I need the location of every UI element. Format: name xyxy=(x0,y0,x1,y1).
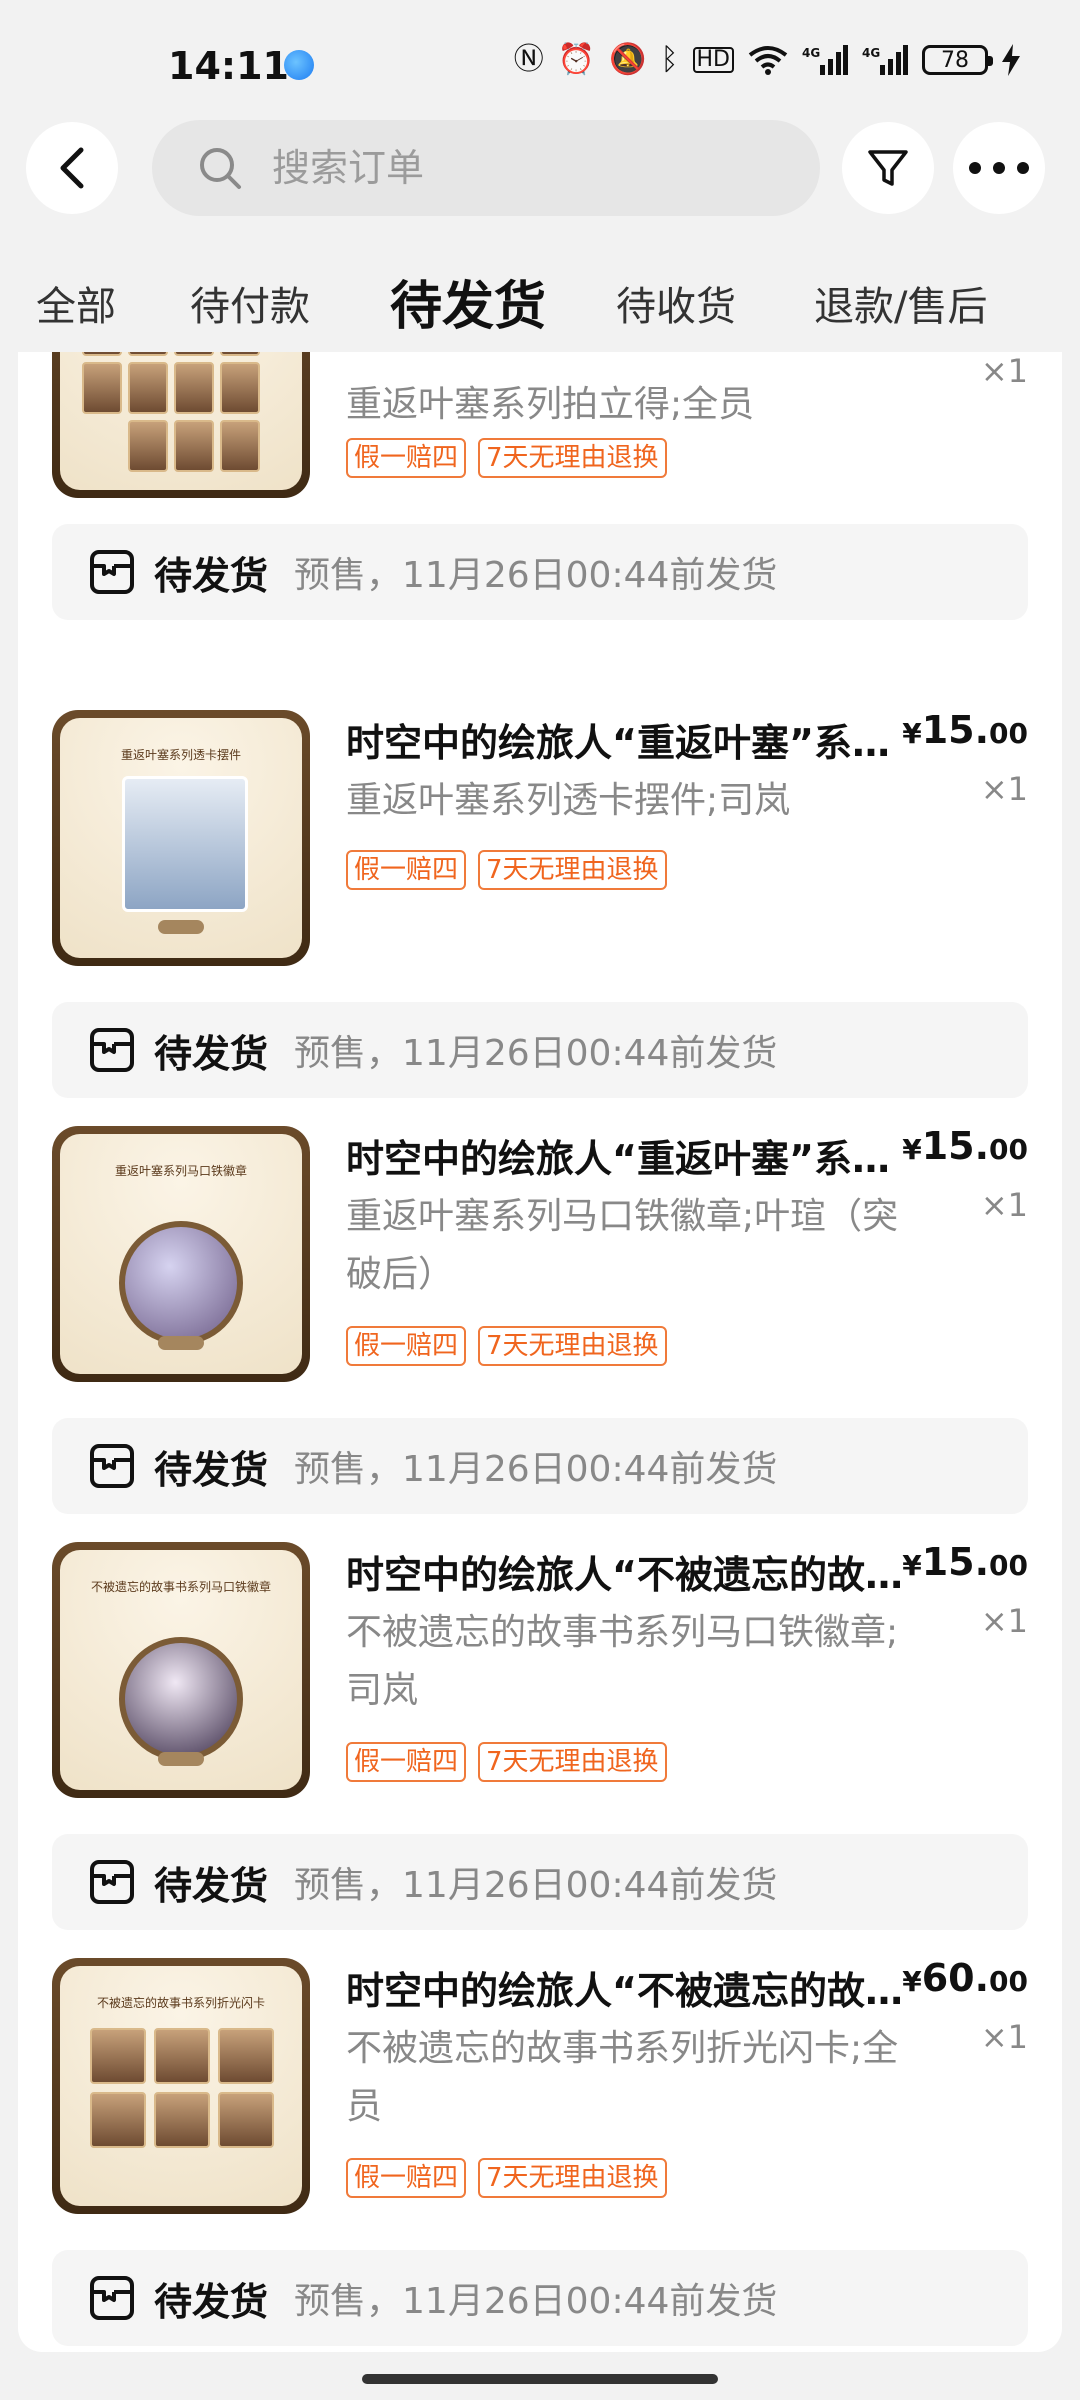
shipment-status: 待发货 预售，11月26日00:44前发货 xyxy=(52,1418,1028,1514)
product-spec: 重返叶塞系列拍立得;全员 xyxy=(346,384,755,425)
tab-all[interactable]: 全部 xyxy=(36,262,116,352)
order-tabs: 全部 待付款 待发货 待收货 退款/售后 xyxy=(0,262,1080,352)
search-input[interactable] xyxy=(270,145,754,191)
product-price: ¥15.00 xyxy=(902,1124,1028,1168)
wifi-icon xyxy=(748,46,788,75)
search-icon xyxy=(200,148,241,189)
product-title[interactable]: 时空中的绘旅人“重返叶塞”系列周边 xyxy=(346,712,906,767)
charging-icon xyxy=(1002,44,1020,76)
box-icon xyxy=(90,550,134,594)
battery-level: 78 xyxy=(941,47,969,73)
nfc-icon: Ⓝ xyxy=(513,42,544,77)
product-title[interactable]: 时空中的绘旅人“不被遗忘的故事书”系列 xyxy=(346,1960,906,2015)
tag-counterfeit-guarantee: 假一赔四 xyxy=(346,1742,467,1782)
battery-icon: 78 xyxy=(922,45,993,75)
tag-7day-return: 7天无理由退换 xyxy=(478,1742,667,1782)
thumbnail-caption: 不被遗忘的故事书系列折光闪卡 xyxy=(96,1996,265,2010)
quantity: ×1 xyxy=(980,352,1028,390)
tag-counterfeit-guarantee: 假一赔四 xyxy=(346,438,467,478)
shipment-status: 待发货 预售，11月26日00:44前发货 xyxy=(52,1002,1028,1098)
hd-icon: HD xyxy=(692,47,734,73)
mute-icon: 🔕 xyxy=(609,42,647,77)
order-card[interactable]: 不被遗忘的故事书系列马口铁徽章 时空中的绘旅人“不被遗忘的故事书”系列 ¥15.… xyxy=(18,1540,1062,1962)
status-bar: 14:11 Ⓝ ⏰ 🔕 ᛒ HD 4G 4G 78 xyxy=(0,0,1080,130)
order-card[interactable]: 重返叶塞系列透卡摆件 时空中的绘旅人“重返叶塞”系列周边 ¥15.00 ×1 重… xyxy=(18,708,1062,1110)
product-title[interactable]: 时空中的绘旅人“重返叶塞”系列周边 xyxy=(346,1128,906,1183)
status-label: 待发货 xyxy=(154,1863,269,1908)
product-price: ¥60.00 xyxy=(902,1956,1028,2000)
status-note: 预售，11月26日00:44前发货 xyxy=(294,555,778,596)
quantity: ×1 xyxy=(980,2018,1028,2056)
tab-refund-aftersale[interactable]: 退款/售后 xyxy=(814,262,987,352)
box-icon xyxy=(90,1860,134,1904)
order-list: 重返叶塞系列拍立得;全员 ×1 假一赔四 7天无理由退换 待发货 预售，11月2… xyxy=(18,352,1062,2352)
quantity: ×1 xyxy=(980,1186,1028,1224)
svg-text:4G: 4G xyxy=(862,46,880,60)
tag-7day-return: 7天无理由退换 xyxy=(478,2158,667,2198)
status-note: 预售，11月26日00:44前发货 xyxy=(294,2281,778,2322)
product-spec: 不被遗忘的故事书系列马口铁徽章;司岚 xyxy=(346,1612,899,1711)
shipment-status: 待发货 预售，11月26日00:44前发货 xyxy=(52,2250,1028,2346)
product-thumbnail: 不被遗忘的故事书系列马口铁徽章 xyxy=(52,1542,310,1798)
order-card[interactable]: 不被遗忘的故事书系列折光闪卡 时空中的绘旅人“不被遗忘的故事书”系列 ¥60.0… xyxy=(18,1956,1062,2352)
order-card[interactable]: 重返叶塞系列马口铁徽章 时空中的绘旅人“重返叶塞”系列周边 ¥15.00 ×1 … xyxy=(18,1124,1062,1546)
chevron-left-icon xyxy=(60,147,84,189)
more-button[interactable] xyxy=(953,122,1045,214)
search-box[interactable] xyxy=(152,120,820,216)
status-label: 待发货 xyxy=(154,553,269,598)
status-note: 预售，11月26日00:44前发货 xyxy=(294,1033,778,1074)
shipment-status: 待发货 预售，11月26日00:44前发货 xyxy=(52,1834,1028,1930)
tab-pending-payment[interactable]: 待付款 xyxy=(190,262,310,352)
product-spec: 重返叶塞系列马口铁徽章;叶瑄（突破后） xyxy=(346,1196,899,1295)
status-label: 待发货 xyxy=(154,2279,269,2324)
signal-4g-icon: 4G xyxy=(862,45,908,75)
more-icon xyxy=(969,162,1029,174)
shipment-status: 待发货 预售，11月26日00:44前发货 xyxy=(52,524,1028,620)
quantity: ×1 xyxy=(980,770,1028,808)
home-indicator[interactable] xyxy=(362,2374,718,2384)
box-icon xyxy=(90,1028,134,1072)
thumbnail-caption: 重返叶塞系列马口铁徽章 xyxy=(114,1164,247,1178)
app-notification-icon xyxy=(284,50,314,80)
tag-counterfeit-guarantee: 假一赔四 xyxy=(346,2158,467,2198)
status-icons: Ⓝ ⏰ 🔕 ᛒ HD 4G 4G 78 xyxy=(514,44,1020,76)
box-icon xyxy=(90,2276,134,2320)
product-spec: 重返叶塞系列透卡摆件;司岚 xyxy=(346,780,791,821)
back-button[interactable] xyxy=(26,122,118,214)
tab-pending-shipment[interactable]: 待发货 xyxy=(390,262,546,352)
status-note: 预售，11月26日00:44前发货 xyxy=(294,1865,778,1906)
bluetooth-icon: ᛒ xyxy=(660,42,679,77)
tab-pending-receipt[interactable]: 待收货 xyxy=(616,262,736,352)
box-icon xyxy=(90,1444,134,1488)
tag-7day-return: 7天无理由退换 xyxy=(478,438,667,478)
filter-button[interactable] xyxy=(842,122,934,214)
filter-icon xyxy=(868,150,908,186)
status-label: 待发货 xyxy=(154,1447,269,1492)
tag-counterfeit-guarantee: 假一赔四 xyxy=(346,1326,467,1366)
product-spec: 不被遗忘的故事书系列折光闪卡;全员 xyxy=(346,2028,899,2127)
thumbnail-caption: 不被遗忘的故事书系列马口铁徽章 xyxy=(90,1580,271,1594)
product-thumbnail: 重返叶塞系列马口铁徽章 xyxy=(52,1126,310,1382)
product-thumbnail: 重返叶塞系列透卡摆件 xyxy=(52,710,310,966)
thumbnail-caption: 重返叶塞系列透卡摆件 xyxy=(120,748,241,762)
clock: 14:11 xyxy=(168,44,289,88)
tag-counterfeit-guarantee: 假一赔四 xyxy=(346,850,467,890)
quantity: ×1 xyxy=(980,1602,1028,1640)
status-label: 待发货 xyxy=(154,1031,269,1076)
product-title[interactable]: 时空中的绘旅人“不被遗忘的故事书”系列 xyxy=(346,1544,906,1599)
product-price: ¥15.00 xyxy=(902,708,1028,752)
svg-text:4G: 4G xyxy=(802,46,820,60)
product-thumbnail xyxy=(52,352,310,498)
alarm-icon: ⏰ xyxy=(557,42,596,77)
product-thumbnail: 不被遗忘的故事书系列折光闪卡 xyxy=(52,1958,310,2214)
tag-7day-return: 7天无理由退换 xyxy=(478,1326,667,1366)
signal-4g-icon: 4G xyxy=(802,45,848,75)
tag-7day-return: 7天无理由退换 xyxy=(478,850,667,890)
status-note: 预售，11月26日00:44前发货 xyxy=(294,1449,778,1490)
product-price: ¥15.00 xyxy=(902,1540,1028,1584)
